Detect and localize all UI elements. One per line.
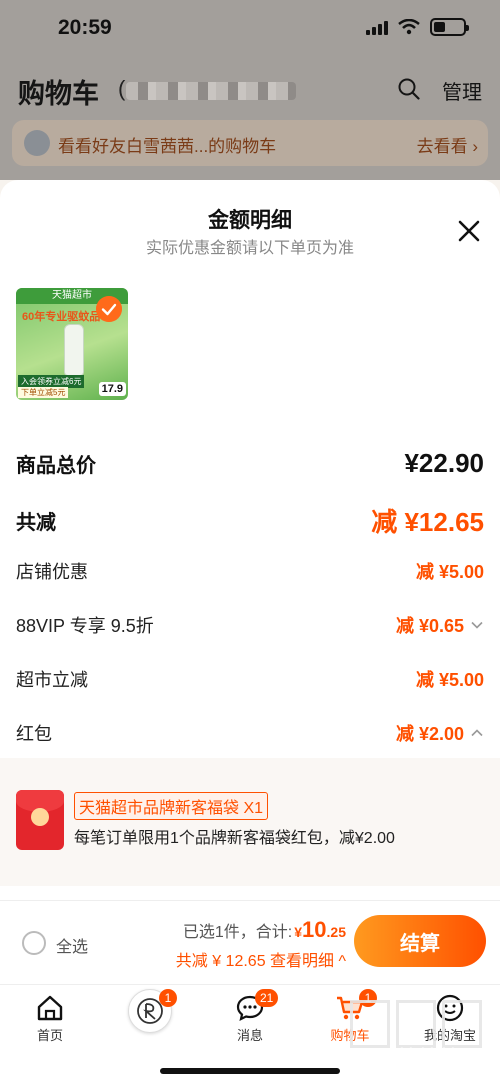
summary-price: ¥10.25 (294, 917, 346, 943)
summary-dec: .25 (326, 924, 346, 940)
view-detail-link[interactable]: 共减 ¥ 12.65 查看明细 ^ (176, 947, 346, 971)
select-all-radio[interactable] (22, 931, 46, 955)
total-value: ¥22.90 (404, 448, 484, 478)
hongbao-description: 每笔订单限用1个品牌新客福袋红包，减¥2.00 (74, 830, 395, 847)
check-icon (96, 296, 122, 322)
reduce-value: 减 ¥12.65 (371, 507, 484, 537)
tab-home-label: 首页 (36, 1028, 63, 1043)
hongbao-tag: 天猫超市品牌新客福袋 X1 (74, 792, 269, 820)
summary-int: 10 (302, 917, 327, 942)
bottle-image (64, 324, 84, 376)
store-discount-value: 减 ¥5.00 (415, 562, 484, 582)
hongbao-value: 减 ¥2.00 (395, 724, 464, 744)
amount-detail-sheet: 金额明细 实际优惠金额请以下单页为准 天猫超市 60年专业驱蚊品 入会领券立减6… (0, 180, 500, 900)
thumb-promo-2: 下单立减5元 (18, 387, 69, 398)
vip-discount-value: 减 ¥0.65 (395, 616, 464, 636)
tab-messages-label: 消息 (236, 1028, 263, 1043)
summary-line: 已选1件，合计: ¥10.25 (183, 917, 346, 943)
product-thumbnail[interactable]: 天猫超市 60年专业驱蚊品 入会领券立减6元 下单立减5元 17.9 (16, 288, 128, 400)
total-label: 商品总价 (16, 455, 96, 477)
store-discount-label: 店铺优惠 (16, 562, 88, 582)
vip-discount-label: 88VIP 专享 9.5折 (16, 616, 154, 636)
checkout-button[interactable]: 结算 (354, 915, 486, 967)
tab-messages[interactable]: 消息 21 (205, 989, 295, 1044)
close-icon[interactable] (456, 218, 482, 244)
tab-messages-badge: 21 (255, 989, 279, 1007)
row-vip-discount[interactable]: 88VIP 专享 9.5折 减 ¥0.65 (16, 612, 484, 638)
hongbao-label: 红包 (16, 724, 52, 744)
hongbao-value-wrap: 减 ¥2.00 (396, 720, 484, 746)
market-discount-value: 减 ¥5.00 (415, 670, 484, 690)
sheet-subtitle: 实际优惠金额请以下单页为准 (145, 240, 354, 257)
manage-button[interactable]: 管理 (442, 76, 482, 105)
summary-prefix: 已选1件，合计: (182, 924, 293, 941)
checkout-bar: 全选 已选1件，合计: ¥10.25 共减 ¥ 12.65 查看明细 ^ 结算 (0, 900, 500, 984)
watermark-text: zhizhizhi.com (392, 1045, 490, 1060)
row-hongbao[interactable]: 红包 减 ¥2.00 (16, 720, 484, 746)
search-icon[interactable] (398, 78, 420, 100)
chevron-up-icon[interactable] (470, 726, 484, 740)
vip-discount-value-wrap: 减 ¥0.65 (396, 612, 484, 638)
home-icon (37, 995, 63, 1021)
reduce-label: 共减 (16, 512, 56, 534)
row-market-discount: 超市立减 减 ¥5.00 (16, 666, 484, 692)
row-store-discount: 店铺优惠 减 ¥5.00 (16, 558, 484, 584)
blurred-count (126, 82, 296, 100)
friend-avatar (24, 130, 50, 156)
select-all-label[interactable]: 全选 (56, 933, 88, 957)
page-title: 购物车 (18, 79, 99, 109)
status-bar: 20:59 (0, 0, 500, 60)
sheet-title: 金额明细 (208, 209, 292, 232)
tab-avatar-badge: 1 (159, 989, 177, 1007)
thumb-headline: 60年专业驱蚊品 (22, 311, 101, 323)
friend-cart-link[interactable]: 去看看 › (417, 132, 478, 157)
summary-currency: ¥ (294, 924, 303, 940)
wifi-icon (398, 19, 420, 35)
signal-icon (366, 19, 388, 35)
thumb-price: 17.9 (98, 382, 126, 396)
status-icons (366, 18, 469, 36)
watermark: zhizhizhi.com (350, 1000, 490, 1060)
friend-cart-text: 看看好友白雪茜茜...的购物车 (58, 137, 277, 156)
row-reduce: 共减 减 ¥12.65 (16, 502, 484, 539)
tab-home[interactable]: 首页 (5, 993, 95, 1044)
tab-avatar[interactable]: 1 (105, 989, 195, 1037)
row-total: 商品总价 ¥22.90 (16, 448, 484, 479)
cart-header: 购物车 ( 管理 看看好友白雪茜茜...的购物车 去看看 › (0, 60, 500, 180)
hongbao-detail: 天猫超市品牌新客福袋 X1 每笔订单限用1个品牌新客福袋红包，减¥2.00 (0, 758, 500, 886)
status-time: 20:59 (58, 16, 112, 39)
home-indicator (160, 1068, 340, 1074)
chevron-down-icon[interactable] (470, 618, 484, 632)
red-envelope-icon (16, 790, 64, 850)
friend-cart-banner[interactable]: 看看好友白雪茜茜...的购物车 去看看 › (12, 120, 488, 166)
battery-icon (430, 18, 469, 36)
market-discount-label: 超市立减 (16, 670, 88, 690)
